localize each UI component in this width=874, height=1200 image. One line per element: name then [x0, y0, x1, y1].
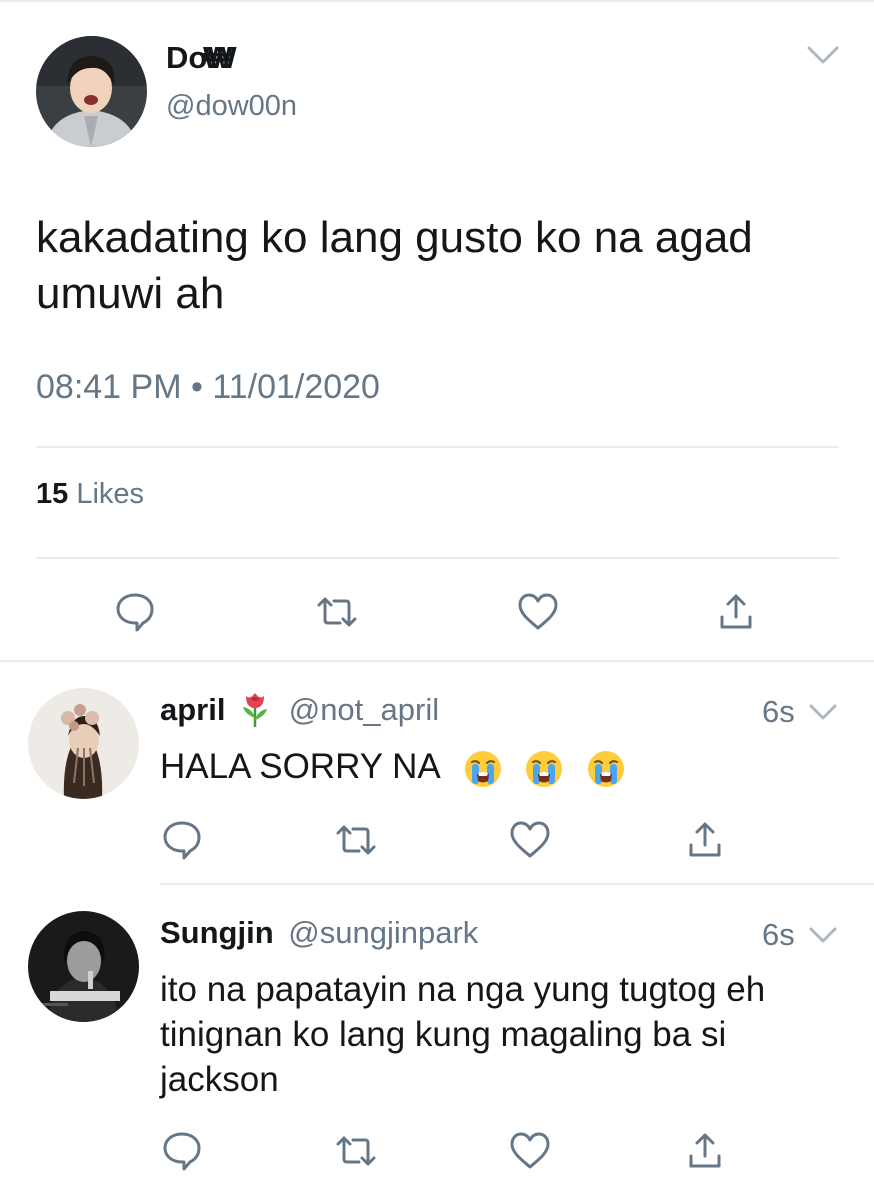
- like-icon[interactable]: [516, 590, 560, 634]
- reply-text: ito na papatayin na nga yung tugtog eh t…: [160, 970, 766, 1099]
- user-handle[interactable]: @sungjinpark: [288, 915, 478, 950]
- reply-text: HALA SORRY NA: [160, 744, 850, 789]
- user-handle[interactable]: @dow00n: [166, 90, 297, 123]
- retweet-icon[interactable]: [315, 590, 359, 634]
- main-tweet: DoW ₩ @dow00n kakadating ko lang gusto ko…: [0, 0, 874, 662]
- chevron-down-icon[interactable]: [808, 925, 838, 945]
- display-name[interactable]: april: [160, 692, 225, 727]
- reply-tweet[interactable]: april @not_april 6s HALA SORRY NA: [0, 662, 874, 884]
- display-name[interactable]: DoW ₩: [166, 40, 237, 76]
- loudly-crying-face-emoji: [464, 750, 501, 787]
- display-name[interactable]: Sungjin: [160, 915, 274, 950]
- avatar[interactable]: [28, 911, 139, 1022]
- share-icon[interactable]: [714, 590, 758, 634]
- reply-icon[interactable]: [160, 818, 204, 862]
- divider: [36, 557, 839, 559]
- like-icon[interactable]: [508, 818, 552, 862]
- reply-tweet[interactable]: Sungjin @sungjinpark 6s ito na papatayin…: [0, 885, 874, 1200]
- chevron-down-icon[interactable]: [808, 702, 838, 722]
- share-icon[interactable]: [683, 818, 727, 862]
- rose-emoji: [243, 692, 268, 727]
- divider: [36, 446, 839, 448]
- avatar[interactable]: [36, 36, 147, 147]
- user-handle[interactable]: @not_april: [289, 692, 439, 727]
- reply-time: 6s: [762, 694, 795, 729]
- reply-icon[interactable]: [113, 590, 157, 634]
- reply-time: 6s: [762, 917, 795, 952]
- reply-header: Sungjin @sungjinpark: [160, 915, 478, 951]
- share-icon[interactable]: [683, 1129, 727, 1173]
- retweet-icon[interactable]: [334, 1129, 378, 1173]
- reply-icon[interactable]: [160, 1129, 204, 1173]
- chevron-down-icon[interactable]: [806, 44, 840, 66]
- tweet-timestamp: 08:41 PM • 11/01/2020: [36, 368, 380, 406]
- loudly-crying-face-emoji: [588, 750, 625, 787]
- tweet-text: kakadating ko lang gusto ko na agad umuw…: [36, 213, 753, 318]
- reply-header: april @not_april: [160, 692, 439, 728]
- avatar[interactable]: [28, 688, 139, 799]
- loudly-crying-face-emoji: [526, 750, 563, 787]
- retweet-icon[interactable]: [334, 818, 378, 862]
- like-icon[interactable]: [508, 1129, 552, 1173]
- likes-count[interactable]: 15 Likes: [36, 478, 144, 511]
